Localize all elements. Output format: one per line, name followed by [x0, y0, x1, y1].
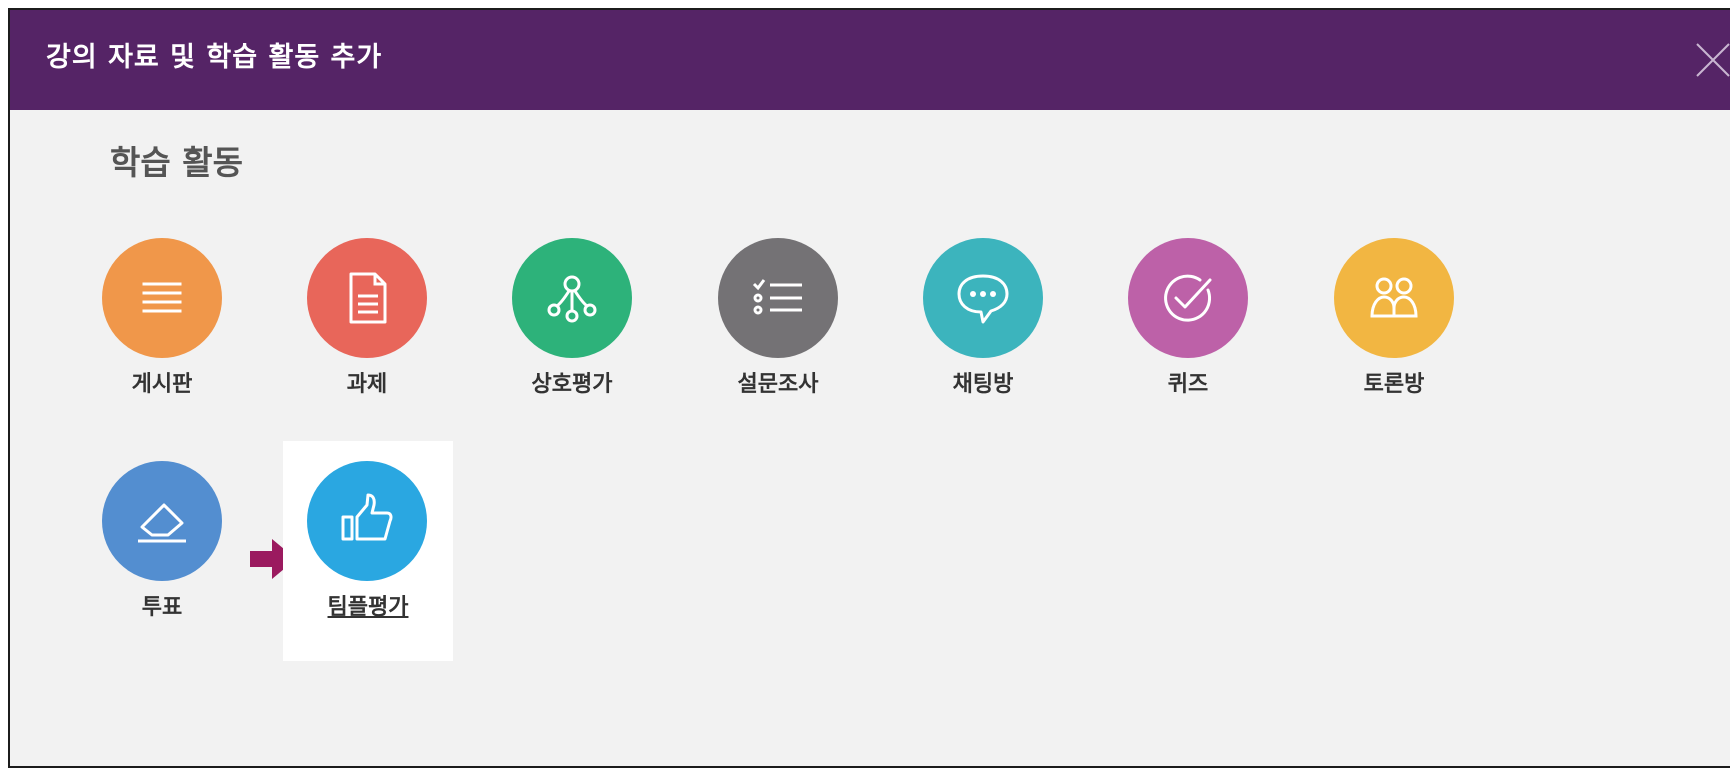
activity-icon-circle — [307, 461, 427, 581]
check-circle-icon — [1164, 274, 1212, 322]
network-icon — [547, 275, 597, 323]
list-lines-icon — [142, 282, 182, 313]
activity-icon-circle — [102, 461, 222, 581]
section-title: 학습 활동 — [110, 143, 243, 182]
activity-icon-circle — [102, 238, 222, 358]
activity-icon-circle — [923, 238, 1043, 358]
activity-icon-circle — [512, 238, 632, 358]
activity-label: 과제 — [346, 372, 388, 397]
activity-vote[interactable]: 투표 — [80, 441, 250, 661]
activity-chat[interactable]: 채팅방 — [901, 218, 1071, 438]
thumbs-up-icon — [341, 493, 393, 541]
activity-survey[interactable]: 설문조사 — [696, 218, 866, 438]
activity-label: 투표 — [141, 595, 183, 620]
activity-assignment[interactable]: 과제 — [285, 218, 455, 438]
activity-icon-circle — [1334, 238, 1454, 358]
dialog-header: 강의 자료 및 학습 활동 추가 — [10, 10, 1730, 110]
activity-label: 설문조사 — [737, 372, 819, 397]
checklist-icon — [752, 279, 802, 315]
activity-icon-circle — [307, 238, 427, 358]
activity-board[interactable]: 게시판 — [80, 218, 250, 438]
people-icon — [1370, 277, 1418, 318]
chat-bubble-icon — [957, 274, 1009, 324]
document-icon — [349, 272, 387, 324]
activity-label: 퀴즈 — [1167, 372, 1209, 397]
activity-peer-review[interactable]: 상호평가 — [490, 218, 660, 438]
dialog-title: 강의 자료 및 학습 활동 추가 — [46, 42, 383, 73]
activity-team-review[interactable]: 팀플평가 — [283, 441, 453, 661]
activity-discussion[interactable]: 토론방 — [1312, 218, 1482, 438]
activity-label: 상호평가 — [531, 372, 613, 397]
activity-label: 채팅방 — [952, 372, 1014, 397]
activity-label: 토론방 — [1363, 372, 1425, 397]
close-button[interactable] — [1693, 40, 1730, 80]
activity-label: 팀플평가 — [327, 595, 409, 620]
activity-icon-circle — [718, 238, 838, 358]
eraser-icon — [138, 503, 186, 543]
close-icon — [1696, 43, 1730, 77]
activity-icon-circle — [1128, 238, 1248, 358]
activity-quiz[interactable]: 퀴즈 — [1106, 218, 1276, 438]
activity-label: 게시판 — [131, 372, 193, 397]
